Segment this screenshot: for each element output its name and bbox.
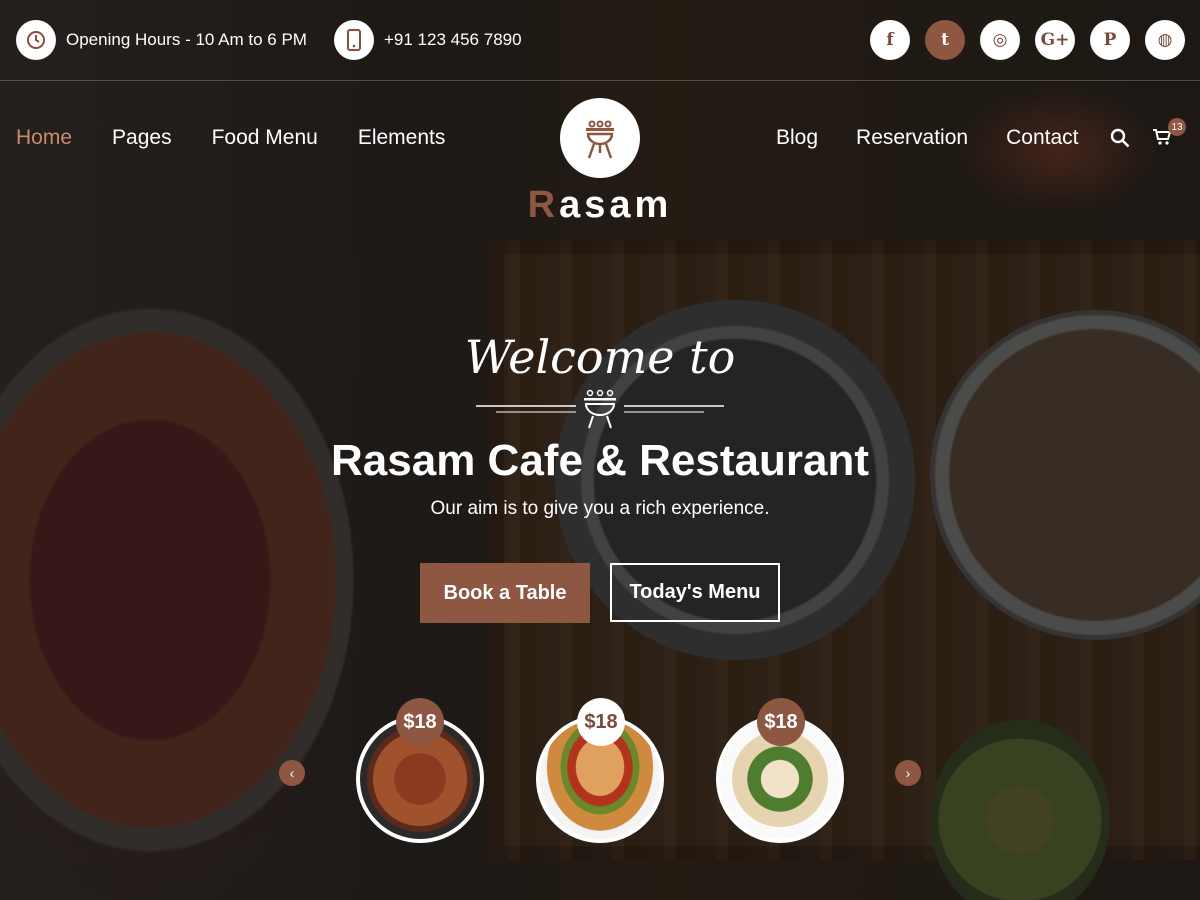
hero-subtitle: Our aim is to give you a rich experience… xyxy=(430,498,770,519)
carousel-prev-button[interactable]: ‹ xyxy=(279,760,305,786)
nav-pages[interactable]: Pages xyxy=(112,126,172,150)
welcome-heading: Welcome to xyxy=(464,330,736,384)
todays-menu-button[interactable]: Today's Menu xyxy=(610,563,780,622)
google-plus-icon[interactable]: G+ xyxy=(1035,20,1075,60)
search-icon[interactable] xyxy=(1110,128,1130,153)
opening-hours: Opening Hours - 10 Am to 6 PM xyxy=(16,20,307,60)
brand-logo[interactable]: Rasam xyxy=(0,184,1200,227)
main-nav-right: Blog Reservation Contact xyxy=(776,126,1078,150)
nav-reservation[interactable]: Reservation xyxy=(856,126,968,150)
pinterest-icon[interactable]: P xyxy=(1090,20,1130,60)
phone-number[interactable]: +91 123 456 7890 xyxy=(384,30,522,50)
grill-divider-icon xyxy=(476,389,724,429)
price-badge-pizza: $18 xyxy=(396,698,444,746)
price-badge-burger: $18 xyxy=(577,698,625,746)
twitter-icon[interactable]: t xyxy=(925,20,965,60)
social-links: f t ◎ G+ P ◍ xyxy=(870,20,1185,60)
logo-grill-icon[interactable] xyxy=(560,98,640,178)
cart-count-badge: 13 xyxy=(1168,118,1186,136)
nav-food-menu[interactable]: Food Menu xyxy=(212,126,318,150)
phone-info: +91 123 456 7890 xyxy=(334,20,522,60)
clock-icon xyxy=(16,20,56,60)
logo-first-letter: R xyxy=(527,184,560,226)
main-nav-left: Home Pages Food Menu Elements xyxy=(16,126,445,150)
nav-elements[interactable]: Elements xyxy=(358,126,446,150)
fruit-plate xyxy=(0,300,360,860)
phone-icon xyxy=(334,20,374,60)
book-table-button[interactable]: Book a Table xyxy=(420,563,590,623)
price-badge-salad: $18 xyxy=(757,698,805,746)
top-bar: Opening Hours - 10 Am to 6 PM +91 123 45… xyxy=(0,0,1200,81)
nav-blog[interactable]: Blog xyxy=(776,126,818,150)
avocado xyxy=(930,720,1110,900)
logo-rest: asam xyxy=(559,184,673,226)
opening-hours-text: Opening Hours - 10 Am to 6 PM xyxy=(66,30,307,49)
hero-title: Rasam Cafe & Restaurant xyxy=(331,436,869,485)
instagram-icon[interactable]: ◎ xyxy=(980,20,1020,60)
dribbble-icon[interactable]: ◍ xyxy=(1145,20,1185,60)
facebook-icon[interactable]: f xyxy=(870,20,910,60)
carousel-next-button[interactable]: › xyxy=(895,760,921,786)
nav-home[interactable]: Home xyxy=(16,126,72,150)
nav-contact[interactable]: Contact xyxy=(1006,126,1078,150)
